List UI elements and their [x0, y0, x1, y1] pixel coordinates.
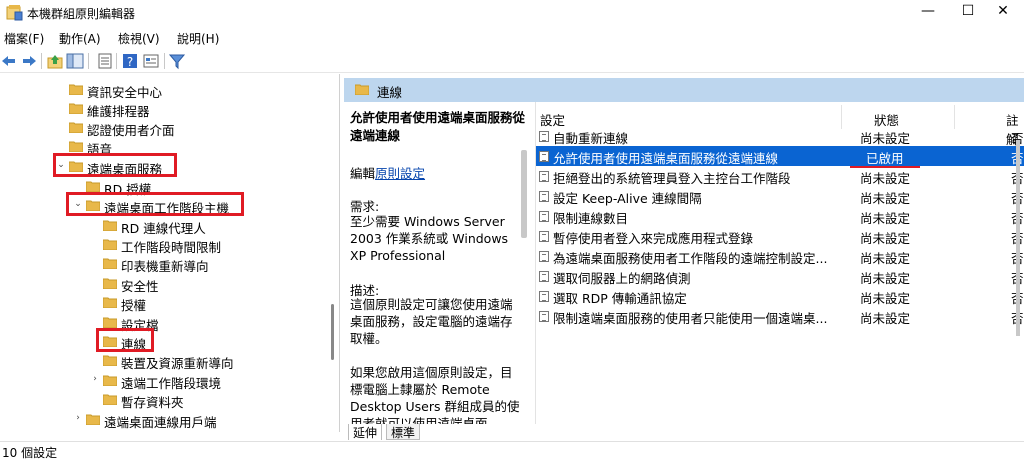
tab-standard[interactable]: 標準	[386, 424, 421, 440]
toolbar-separator	[88, 53, 89, 69]
policy-setting-icon	[539, 171, 549, 182]
group-policy-app-icon	[6, 5, 23, 21]
scrollbar-thumb[interactable]	[1016, 140, 1020, 336]
table-row[interactable]: 暫停使用者登入來完成應用程式登錄 尚未設定 否	[536, 226, 1024, 246]
toolbar-separator	[41, 53, 42, 69]
folder-icon	[69, 103, 83, 114]
collapse-chevron-icon[interactable]: ›	[73, 413, 83, 423]
requirements-text: 至少需要 Windows Server 2003 作業系統或 Windows X…	[350, 214, 509, 263]
folder-icon	[69, 141, 83, 152]
folder-icon	[103, 317, 117, 328]
table-row[interactable]: 限制連線數目 尚未設定 否	[536, 206, 1024, 226]
detail-header: 連線	[344, 78, 1024, 102]
folder-icon	[69, 84, 83, 95]
status-bar: 10 個設定	[0, 441, 1024, 459]
menu-action[interactable]: 動作(A)	[59, 30, 101, 47]
table-row-selected[interactable]: 允許使用者使用遠端桌面服務從遠端連線 已啟用 否	[536, 146, 1024, 166]
toolbar-separator	[164, 53, 165, 69]
table-row[interactable]: 自動重新連線 尚未設定 否	[536, 126, 1024, 146]
table-row[interactable]: 設定 Keep-Alive 連線間隔 尚未設定 否	[536, 186, 1024, 206]
show-hide-tree-icon[interactable]	[66, 52, 84, 70]
table-row[interactable]: 選取 RDP 傳輸通訊協定 尚未設定 否	[536, 286, 1024, 306]
back-arrow-icon[interactable]	[0, 52, 18, 70]
description-text: 這個原則設定可讓您使用遠端桌面服務，設定電腦的遠端存取權。	[350, 297, 513, 346]
folder-icon	[86, 181, 100, 192]
detail-header-title: 連線	[377, 85, 403, 100]
description-pane: 允許使用者使用遠端桌面服務從遠端連線 編輯原則設定 需求: 至少需要 Windo…	[344, 102, 534, 424]
folder-icon	[103, 258, 117, 269]
filter-icon[interactable]	[168, 52, 186, 70]
policy-setting-icon	[539, 211, 549, 222]
list-scrollbar[interactable]	[1014, 140, 1022, 340]
folder-icon	[355, 84, 369, 95]
description-scrollbar[interactable]	[518, 150, 530, 240]
toolbar-separator	[116, 53, 117, 69]
folder-icon	[103, 297, 117, 308]
edit-policy-link[interactable]: 原則設定	[375, 166, 425, 181]
policy-setting-icon	[539, 151, 549, 162]
menu-help[interactable]: 說明(H)	[177, 30, 219, 47]
tree-scrollbar[interactable]	[325, 74, 339, 432]
close-button[interactable]: ✕	[980, 0, 1024, 24]
edit-policy-line: 編輯原則設定	[350, 163, 425, 182]
table-row[interactable]: 拒絕登出的系統管理員登入主控台工作階段 尚未設定 否	[536, 166, 1024, 186]
tab-extended[interactable]: 延伸	[348, 424, 383, 440]
policy-setting-icon	[539, 191, 549, 202]
title-bar: 本機群組原則編輯器 — ☐ ✕	[0, 0, 1024, 26]
toolbar: ?	[0, 49, 1024, 73]
table-row[interactable]: 限制遠端桌面服務的使用者只能使用一個遠端桌... 尚未設定 否	[536, 306, 1024, 326]
scrollbar-thumb[interactable]	[331, 304, 334, 360]
view-tabs: 延伸 標準	[344, 424, 1024, 442]
edit-prefix: 編輯	[350, 166, 376, 181]
highlight-box-session-host	[66, 192, 244, 216]
svg-text:?: ?	[127, 55, 133, 69]
policy-setting-icon	[539, 251, 549, 262]
folder-icon	[69, 122, 83, 133]
policy-title: 允許使用者使用遠端桌面服務從遠端連線	[350, 110, 526, 143]
folder-icon	[86, 414, 100, 425]
table-row[interactable]: 選取伺服器上的網路偵測 尚未設定 否	[536, 266, 1024, 286]
collapse-chevron-icon[interactable]: ›	[90, 374, 100, 384]
menu-bar: 檔案(F) 動作(A) 檢視(V) 說明(H)	[0, 27, 1024, 49]
folder-icon	[103, 278, 117, 289]
folder-icon	[103, 375, 117, 386]
properties-icon[interactable]	[142, 52, 160, 70]
status-text: 10 個設定	[2, 446, 58, 459]
folder-icon	[103, 220, 117, 231]
scrollbar-thumb[interactable]	[521, 150, 527, 238]
menu-file[interactable]: 檔案(F)	[4, 30, 44, 47]
folder-icon	[103, 355, 117, 366]
highlight-box-connections	[96, 328, 154, 352]
policy-setting-icon	[539, 271, 549, 282]
policy-setting-icon	[539, 291, 549, 302]
policy-setting-icon	[539, 131, 549, 142]
up-folder-icon[interactable]	[46, 52, 64, 70]
table-row[interactable]: 為遠端桌面服務使用者工作階段的遠端控制設定... 尚未設定 否	[536, 246, 1024, 266]
help-icon[interactable]: ?	[121, 52, 139, 70]
export-list-icon[interactable]	[96, 52, 114, 70]
window-title: 本機群組原則編輯器	[27, 7, 136, 21]
policy-setting-icon	[539, 231, 549, 242]
folder-icon	[103, 239, 117, 250]
highlight-box-rds	[53, 153, 177, 177]
policy-setting-icon	[539, 311, 549, 322]
menu-view[interactable]: 檢視(V)	[118, 30, 160, 47]
forward-arrow-icon[interactable]	[20, 52, 38, 70]
tree-pane: 資訊安全中心 維護排程器 認證使用者介面 語音 ⌄ 遠端桌面服務 RD 授權 ⌄…	[0, 74, 340, 432]
settings-list: 設定 狀態 註解 自動重新連線 尚未設定 否 允許使用者使用遠端桌面服務從遠端連…	[535, 102, 1024, 424]
description-text-more: 如果您啟用這個原則設定，目標電腦上隸屬於 Remote Desktop User…	[350, 365, 520, 424]
folder-icon	[103, 394, 117, 405]
